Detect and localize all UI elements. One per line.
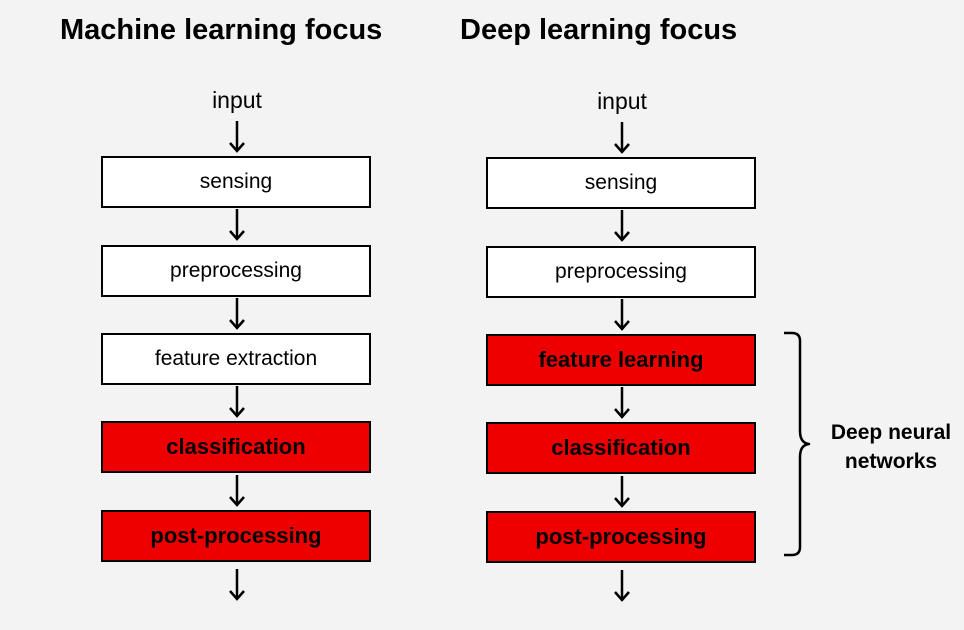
dnn-brace-label: Deep neural networks: [818, 418, 964, 476]
ml-input-label: input: [212, 87, 262, 113]
dl-arrow-input: [486, 121, 758, 155]
dl-box-preprocessing: preprocessing: [486, 246, 756, 298]
down-arrow-icon: [229, 209, 245, 241]
down-arrow-icon: [614, 570, 630, 602]
ml-column-title: Machine learning focus: [60, 14, 383, 46]
diagram-canvas: Machine learning focus Deep learning foc…: [0, 0, 964, 630]
ml-box-post-processing: post-processing: [101, 510, 371, 562]
ml-arrow-2: [101, 297, 373, 331]
ml-arrow-input: [101, 120, 373, 154]
dl-arrow-4: [486, 475, 758, 509]
down-arrow-icon: [614, 387, 630, 419]
down-arrow-icon: [229, 386, 245, 418]
dl-input-label: input: [597, 88, 647, 114]
dl-arrow-3: [486, 386, 758, 420]
dnn-brace: [782, 331, 812, 562]
down-arrow-icon: [229, 298, 245, 330]
dl-arrow-output: [486, 569, 758, 603]
dl-box-sensing: sensing: [486, 157, 756, 209]
dnn-label-line-1: Deep neural: [830, 421, 952, 444]
down-arrow-icon: [229, 121, 245, 153]
ml-arrow-output: [101, 568, 373, 602]
dl-box-classification: classification: [486, 422, 756, 474]
down-arrow-icon: [229, 569, 245, 601]
dnn-label-line-2: networks: [844, 450, 938, 473]
ml-box-preprocessing: preprocessing: [101, 245, 371, 297]
dl-arrow-1: [486, 209, 758, 243]
down-arrow-icon: [614, 210, 630, 242]
curly-brace-icon: [784, 331, 811, 557]
dl-column-title: Deep learning focus: [460, 14, 738, 46]
ml-arrow-4: [101, 474, 373, 508]
ml-box-sensing: sensing: [101, 156, 371, 208]
ml-arrow-1: [101, 208, 373, 242]
down-arrow-icon: [614, 299, 630, 331]
ml-box-classification: classification: [101, 421, 371, 473]
dl-arrow-2: [486, 298, 758, 332]
dl-box-post-processing: post-processing: [486, 511, 756, 563]
down-arrow-icon: [229, 475, 245, 507]
dl-box-feature-learning: feature learning: [486, 334, 756, 386]
ml-arrow-3: [101, 385, 373, 419]
ml-box-feature-extraction: feature extraction: [101, 333, 371, 385]
down-arrow-icon: [614, 122, 630, 154]
down-arrow-icon: [614, 476, 630, 508]
